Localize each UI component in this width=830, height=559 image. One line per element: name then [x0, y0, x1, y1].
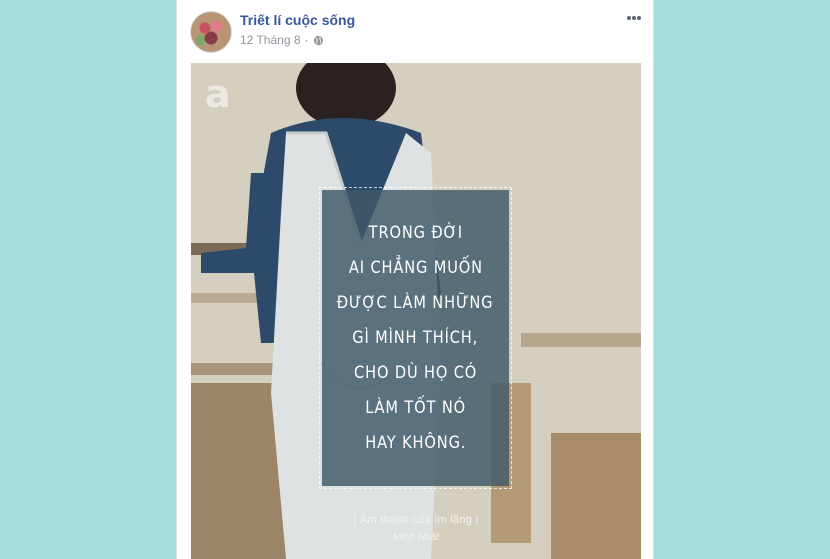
quote-line: HAY KHÔNG.	[364, 432, 467, 453]
quote-line: TRONG ĐỜI	[368, 222, 463, 243]
globe-icon[interactable]	[313, 35, 324, 46]
quote-caption: | Âm thanh của im lặng |	[353, 514, 479, 526]
quote-author: Minh Nhật	[393, 532, 439, 543]
afamily-logo-icon: a	[201, 72, 243, 116]
meta-separator: ·	[304, 33, 309, 47]
quote-line: LÀM TỐT NÓ	[365, 397, 466, 418]
quote-line: GÌ MÌNH THÍCH,	[352, 327, 479, 348]
quote-line: ĐƯỢC LÀM NHỮNG	[337, 292, 494, 313]
quote-box: TRONG ĐỜI AI CHẲNG MUỐN ĐƯỢC LÀM NHỮNG G…	[319, 187, 512, 489]
post-meta: 12 Tháng 8 ·	[240, 33, 324, 47]
post-date-link[interactable]: 12 Tháng 8	[240, 33, 301, 47]
page-avatar[interactable]	[190, 11, 232, 53]
quote-line: AI CHẲNG MUỐN	[348, 257, 483, 278]
post-card: Triết lí cuộc sống 12 Tháng 8 · a TRONG …	[176, 0, 654, 559]
post-photo[interactable]: a TRONG ĐỜI AI CHẲNG MUỐN ĐƯỢC LÀM NHỮNG…	[191, 63, 641, 559]
svg-text:a: a	[205, 73, 231, 115]
more-dots-icon[interactable]	[626, 10, 642, 26]
page-name-link[interactable]: Triết lí cuộc sống	[240, 12, 355, 28]
quote-line: CHO DÙ HỌ CÓ	[353, 362, 478, 383]
